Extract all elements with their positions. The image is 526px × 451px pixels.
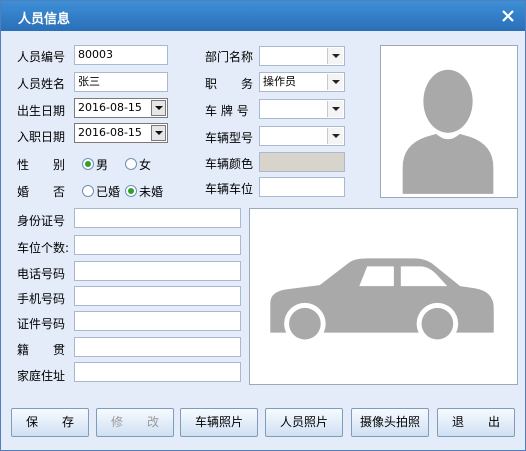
plate-chevron-down-icon[interactable] — [327, 101, 343, 117]
gender-male-label: 男 — [96, 158, 109, 172]
close-icon[interactable] — [499, 7, 517, 25]
person-photo-panel — [380, 45, 518, 198]
color-input — [259, 152, 345, 172]
color-label: 车辆颜色 — [205, 157, 254, 171]
address-input[interactable] — [74, 362, 241, 382]
person-id-input[interactable]: 80003 — [74, 45, 168, 65]
native-input[interactable] — [74, 337, 241, 357]
married-label: 已婚 — [96, 185, 121, 199]
camera-capture-button[interactable]: 摄像头拍照 — [351, 408, 429, 437]
birth-date-dropdown-icon[interactable] — [151, 100, 166, 116]
save-button[interactable]: 保 存 — [11, 408, 89, 437]
person-silhouette-icon — [402, 69, 494, 194]
model-label: 车辆型号 — [205, 131, 254, 145]
id-card-label: 身份证号 — [17, 214, 66, 228]
person-id-label: 人员编号 — [17, 50, 66, 64]
cert-no-label: 证件号码 — [17, 317, 66, 331]
space-count-label: 车位个数: — [17, 241, 70, 255]
vehicle-photo-panel — [249, 208, 518, 385]
person-info-window: 人员信息 人员编号 80003 人员姓名 张三 出生日期 2016-08-15 … — [0, 0, 526, 451]
native-label: 籍 贯 — [17, 343, 66, 357]
id-card-input[interactable] — [74, 208, 241, 228]
birth-date-picker[interactable]: 2016-08-15 — [74, 98, 168, 118]
hire-date-picker[interactable]: 2016-08-15 — [74, 123, 168, 143]
cert-no-input[interactable] — [74, 311, 241, 331]
birth-date-value: 2016-08-15 — [78, 101, 142, 114]
unmarried-radio[interactable] — [125, 185, 137, 197]
vehicle-photo-button[interactable]: 车辆照片 — [180, 408, 258, 437]
department-label: 部门名称 — [205, 50, 254, 64]
model-select[interactable] — [259, 126, 345, 146]
department-select[interactable] — [259, 46, 345, 66]
address-label: 家庭住址 — [17, 369, 66, 383]
car-silhouette-icon — [270, 258, 494, 345]
window-title: 人员信息 — [18, 12, 71, 27]
exit-button[interactable]: 退 出 — [437, 408, 515, 437]
mobile-input[interactable] — [74, 286, 241, 306]
parking-input[interactable] — [259, 177, 345, 197]
gender-label: 性 别 — [17, 158, 66, 172]
position-value: 操作员 — [263, 75, 296, 88]
phone-label: 电话号码 — [17, 267, 66, 281]
birth-date-label: 出生日期 — [17, 104, 66, 118]
hire-date-dropdown-icon[interactable] — [151, 125, 166, 141]
modify-button[interactable]: 修 改 — [96, 408, 174, 437]
hire-date-label: 入职日期 — [17, 130, 66, 144]
model-chevron-down-icon[interactable] — [327, 128, 343, 144]
plate-label: 车 牌 号 — [205, 104, 249, 118]
title-bar: 人员信息 — [1, 1, 525, 31]
department-chevron-down-icon[interactable] — [327, 48, 343, 64]
person-name-label: 人员姓名 — [17, 77, 66, 91]
position-select[interactable]: 操作员 — [259, 72, 345, 92]
plate-select[interactable] — [259, 99, 345, 119]
position-label: 职 务 — [205, 77, 254, 91]
hire-date-value: 2016-08-15 — [78, 126, 142, 139]
phone-input[interactable] — [74, 261, 241, 281]
person-name-input[interactable]: 张三 — [74, 72, 168, 92]
space-count-input[interactable] — [74, 235, 241, 255]
gender-male-radio[interactable] — [82, 158, 94, 170]
position-chevron-down-icon[interactable] — [327, 74, 343, 90]
mobile-label: 手机号码 — [17, 292, 66, 306]
gender-female-label: 女 — [139, 158, 152, 172]
parking-label: 车辆车位 — [205, 182, 254, 196]
gender-female-radio[interactable] — [125, 158, 137, 170]
person-photo-button[interactable]: 人员照片 — [265, 408, 343, 437]
marital-label: 婚 否 — [17, 185, 66, 199]
unmarried-label: 未婚 — [139, 185, 164, 199]
married-radio[interactable] — [82, 185, 94, 197]
